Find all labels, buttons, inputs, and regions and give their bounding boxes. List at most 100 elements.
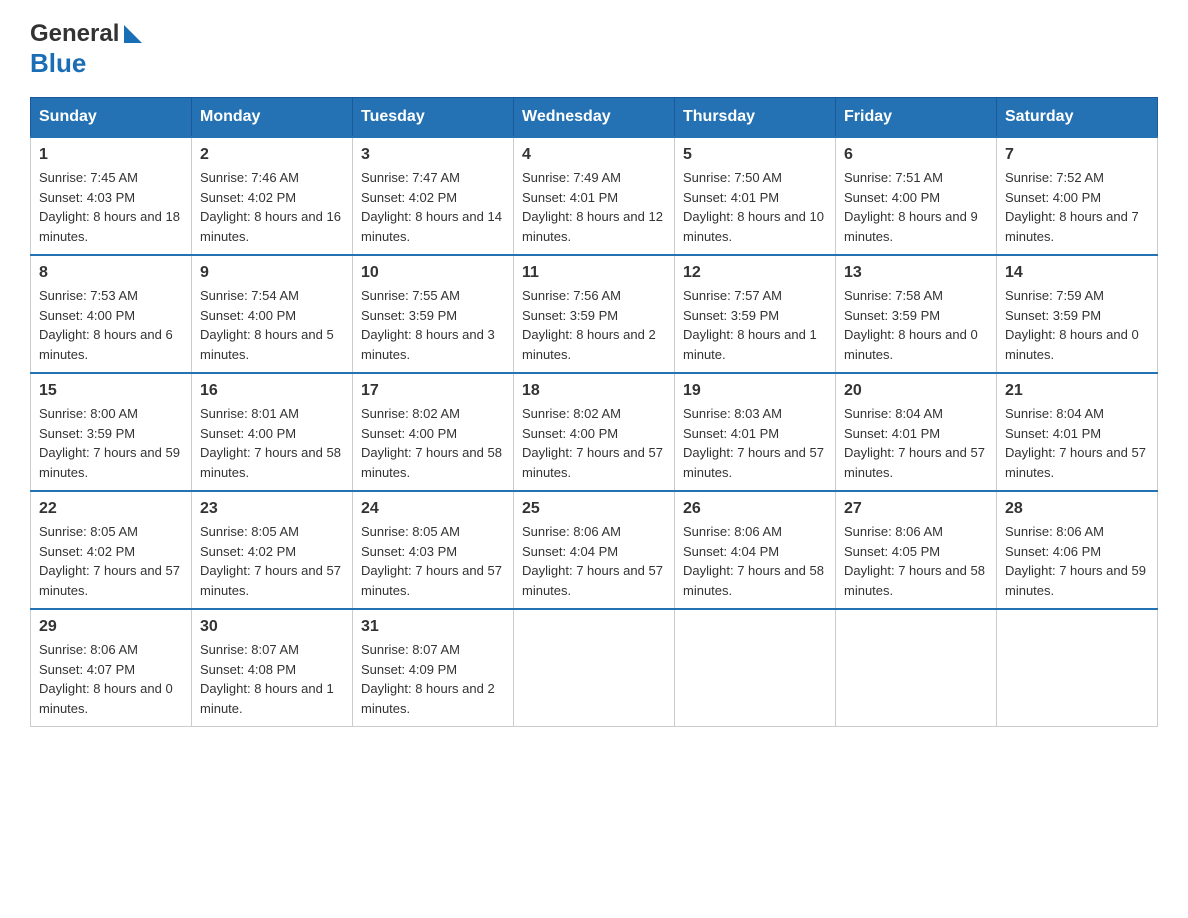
day-info: Sunrise: 7:52 AMSunset: 4:00 PMDaylight:… — [1005, 168, 1149, 246]
week-row-2: 8 Sunrise: 7:53 AMSunset: 4:00 PMDayligh… — [31, 255, 1158, 373]
week-row-1: 1 Sunrise: 7:45 AMSunset: 4:03 PMDayligh… — [31, 137, 1158, 255]
day-info: Sunrise: 8:06 AMSunset: 4:05 PMDaylight:… — [844, 522, 988, 600]
day-cell: 5 Sunrise: 7:50 AMSunset: 4:01 PMDayligh… — [675, 137, 836, 255]
day-cell: 3 Sunrise: 7:47 AMSunset: 4:02 PMDayligh… — [353, 137, 514, 255]
day-cell — [836, 609, 997, 727]
day-number: 10 — [361, 264, 505, 282]
calendar-table: SundayMondayTuesdayWednesdayThursdayFrid… — [30, 97, 1158, 727]
day-cell: 27 Sunrise: 8:06 AMSunset: 4:05 PMDaylig… — [836, 491, 997, 609]
day-cell: 15 Sunrise: 8:00 AMSunset: 3:59 PMDaylig… — [31, 373, 192, 491]
week-row-3: 15 Sunrise: 8:00 AMSunset: 3:59 PMDaylig… — [31, 373, 1158, 491]
day-cell: 4 Sunrise: 7:49 AMSunset: 4:01 PMDayligh… — [514, 137, 675, 255]
day-number: 22 — [39, 500, 183, 518]
day-number: 4 — [522, 146, 666, 164]
day-info: Sunrise: 8:04 AMSunset: 4:01 PMDaylight:… — [844, 404, 988, 482]
day-number: 3 — [361, 146, 505, 164]
day-number: 16 — [200, 382, 344, 400]
day-cell: 21 Sunrise: 8:04 AMSunset: 4:01 PMDaylig… — [997, 373, 1158, 491]
day-number: 17 — [361, 382, 505, 400]
day-number: 30 — [200, 618, 344, 636]
day-info: Sunrise: 8:01 AMSunset: 4:00 PMDaylight:… — [200, 404, 344, 482]
day-number: 14 — [1005, 264, 1149, 282]
day-header-thursday: Thursday — [675, 98, 836, 138]
day-info: Sunrise: 8:07 AMSunset: 4:08 PMDaylight:… — [200, 640, 344, 718]
day-info: Sunrise: 8:06 AMSunset: 4:06 PMDaylight:… — [1005, 522, 1149, 600]
day-header-row: SundayMondayTuesdayWednesdayThursdayFrid… — [31, 98, 1158, 138]
logo-general-text: General — [30, 20, 119, 48]
day-info: Sunrise: 7:46 AMSunset: 4:02 PMDaylight:… — [200, 168, 344, 246]
day-header-friday: Friday — [836, 98, 997, 138]
day-number: 29 — [39, 618, 183, 636]
day-number: 8 — [39, 264, 183, 282]
day-info: Sunrise: 7:59 AMSunset: 3:59 PMDaylight:… — [1005, 286, 1149, 364]
day-cell: 25 Sunrise: 8:06 AMSunset: 4:04 PMDaylig… — [514, 491, 675, 609]
day-info: Sunrise: 7:51 AMSunset: 4:00 PMDaylight:… — [844, 168, 988, 246]
day-cell: 24 Sunrise: 8:05 AMSunset: 4:03 PMDaylig… — [353, 491, 514, 609]
day-cell: 8 Sunrise: 7:53 AMSunset: 4:00 PMDayligh… — [31, 255, 192, 373]
day-number: 15 — [39, 382, 183, 400]
day-header-wednesday: Wednesday — [514, 98, 675, 138]
day-number: 21 — [1005, 382, 1149, 400]
day-number: 12 — [683, 264, 827, 282]
day-header-saturday: Saturday — [997, 98, 1158, 138]
day-number: 27 — [844, 500, 988, 518]
day-number: 1 — [39, 146, 183, 164]
day-info: Sunrise: 8:02 AMSunset: 4:00 PMDaylight:… — [361, 404, 505, 482]
day-cell: 28 Sunrise: 8:06 AMSunset: 4:06 PMDaylig… — [997, 491, 1158, 609]
page-header: General Blue — [30, 20, 1158, 79]
day-cell: 2 Sunrise: 7:46 AMSunset: 4:02 PMDayligh… — [192, 137, 353, 255]
week-row-4: 22 Sunrise: 8:05 AMSunset: 4:02 PMDaylig… — [31, 491, 1158, 609]
day-number: 25 — [522, 500, 666, 518]
day-info: Sunrise: 8:06 AMSunset: 4:04 PMDaylight:… — [683, 522, 827, 600]
day-cell: 29 Sunrise: 8:06 AMSunset: 4:07 PMDaylig… — [31, 609, 192, 727]
day-info: Sunrise: 8:06 AMSunset: 4:04 PMDaylight:… — [522, 522, 666, 600]
day-info: Sunrise: 8:02 AMSunset: 4:00 PMDaylight:… — [522, 404, 666, 482]
day-cell: 11 Sunrise: 7:56 AMSunset: 3:59 PMDaylig… — [514, 255, 675, 373]
day-info: Sunrise: 7:50 AMSunset: 4:01 PMDaylight:… — [683, 168, 827, 246]
day-number: 24 — [361, 500, 505, 518]
day-cell: 26 Sunrise: 8:06 AMSunset: 4:04 PMDaylig… — [675, 491, 836, 609]
logo: General Blue — [30, 20, 142, 79]
day-info: Sunrise: 8:06 AMSunset: 4:07 PMDaylight:… — [39, 640, 183, 718]
day-number: 11 — [522, 264, 666, 282]
day-info: Sunrise: 8:03 AMSunset: 4:01 PMDaylight:… — [683, 404, 827, 482]
day-info: Sunrise: 7:58 AMSunset: 3:59 PMDaylight:… — [844, 286, 988, 364]
day-number: 19 — [683, 382, 827, 400]
day-info: Sunrise: 7:45 AMSunset: 4:03 PMDaylight:… — [39, 168, 183, 246]
day-cell — [997, 609, 1158, 727]
day-info: Sunrise: 7:47 AMSunset: 4:02 PMDaylight:… — [361, 168, 505, 246]
day-cell — [514, 609, 675, 727]
day-info: Sunrise: 8:05 AMSunset: 4:02 PMDaylight:… — [200, 522, 344, 600]
day-cell: 12 Sunrise: 7:57 AMSunset: 3:59 PMDaylig… — [675, 255, 836, 373]
day-cell: 18 Sunrise: 8:02 AMSunset: 4:00 PMDaylig… — [514, 373, 675, 491]
day-cell: 16 Sunrise: 8:01 AMSunset: 4:00 PMDaylig… — [192, 373, 353, 491]
day-info: Sunrise: 7:57 AMSunset: 3:59 PMDaylight:… — [683, 286, 827, 364]
day-number: 9 — [200, 264, 344, 282]
day-number: 23 — [200, 500, 344, 518]
day-cell: 13 Sunrise: 7:58 AMSunset: 3:59 PMDaylig… — [836, 255, 997, 373]
day-number: 18 — [522, 382, 666, 400]
day-header-sunday: Sunday — [31, 98, 192, 138]
logo-blue-text: Blue — [30, 48, 86, 79]
day-cell: 17 Sunrise: 8:02 AMSunset: 4:00 PMDaylig… — [353, 373, 514, 491]
day-info: Sunrise: 7:55 AMSunset: 3:59 PMDaylight:… — [361, 286, 505, 364]
calendar-header: SundayMondayTuesdayWednesdayThursdayFrid… — [31, 98, 1158, 138]
day-info: Sunrise: 8:00 AMSunset: 3:59 PMDaylight:… — [39, 404, 183, 482]
day-cell: 10 Sunrise: 7:55 AMSunset: 3:59 PMDaylig… — [353, 255, 514, 373]
day-cell: 14 Sunrise: 7:59 AMSunset: 3:59 PMDaylig… — [997, 255, 1158, 373]
day-info: Sunrise: 7:49 AMSunset: 4:01 PMDaylight:… — [522, 168, 666, 246]
day-number: 13 — [844, 264, 988, 282]
day-cell — [675, 609, 836, 727]
day-cell: 6 Sunrise: 7:51 AMSunset: 4:00 PMDayligh… — [836, 137, 997, 255]
day-info: Sunrise: 7:53 AMSunset: 4:00 PMDaylight:… — [39, 286, 183, 364]
day-info: Sunrise: 7:56 AMSunset: 3:59 PMDaylight:… — [522, 286, 666, 364]
day-info: Sunrise: 8:04 AMSunset: 4:01 PMDaylight:… — [1005, 404, 1149, 482]
day-cell: 22 Sunrise: 8:05 AMSunset: 4:02 PMDaylig… — [31, 491, 192, 609]
day-cell: 19 Sunrise: 8:03 AMSunset: 4:01 PMDaylig… — [675, 373, 836, 491]
day-cell: 23 Sunrise: 8:05 AMSunset: 4:02 PMDaylig… — [192, 491, 353, 609]
day-cell: 7 Sunrise: 7:52 AMSunset: 4:00 PMDayligh… — [997, 137, 1158, 255]
day-cell: 31 Sunrise: 8:07 AMSunset: 4:09 PMDaylig… — [353, 609, 514, 727]
day-header-tuesday: Tuesday — [353, 98, 514, 138]
day-number: 31 — [361, 618, 505, 636]
day-cell: 1 Sunrise: 7:45 AMSunset: 4:03 PMDayligh… — [31, 137, 192, 255]
